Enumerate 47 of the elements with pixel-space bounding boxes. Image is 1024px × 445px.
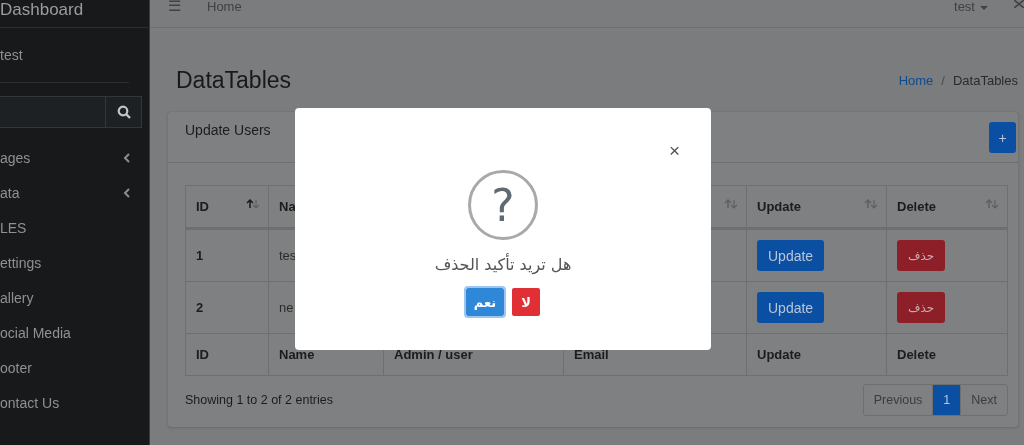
- column-header[interactable]: Update: [757, 199, 802, 214]
- page-button[interactable]: Previous: [863, 385, 933, 415]
- table-info: Showing 1 to 2 of 2 entries: [185, 393, 333, 407]
- cancel-button[interactable]: لا: [512, 288, 541, 316]
- question-icon: ?: [468, 170, 538, 240]
- page-button[interactable]: 1: [932, 385, 961, 415]
- delete-button[interactable]: حذف: [897, 240, 946, 271]
- page-title: DataTables: [176, 66, 292, 94]
- column-footer: ID: [196, 347, 209, 362]
- brand-title: Dashboard: [0, 0, 84, 19]
- delete-button[interactable]: حذف: [897, 292, 946, 323]
- table-cell: ne: [279, 300, 294, 315]
- sidebar-item[interactable]: ontact Us: [0, 394, 60, 411]
- sidebar-item[interactable]: ettings: [0, 254, 42, 271]
- column-footer: Delete: [897, 347, 937, 362]
- menu-button[interactable]: ☰: [168, 0, 181, 12]
- sort-icon[interactable]: [246, 199, 260, 209]
- sidebar-item[interactable]: ages: [0, 149, 31, 166]
- update-button[interactable]: Update: [757, 292, 825, 323]
- user-dropdown[interactable]: test: [954, 0, 988, 13]
- nav-link[interactable]: Home: [207, 0, 242, 13]
- table-cell: tes: [279, 248, 297, 263]
- column-footer: Admin / user: [394, 347, 473, 362]
- column-header[interactable]: Delete: [897, 199, 937, 214]
- confirm-message: هل تريد تأكيد الحذف: [434, 255, 572, 274]
- column-header[interactable]: Na: [279, 199, 296, 214]
- breadcrumb-separator: /: [941, 72, 945, 88]
- sidebar-item[interactable]: ata: [0, 184, 20, 201]
- breadcrumb-current: DataTables: [952, 72, 1018, 88]
- page-button[interactable]: Next: [960, 385, 1007, 415]
- update-button[interactable]: Update: [757, 240, 825, 271]
- sidebar-item[interactable]: allery: [0, 289, 34, 306]
- column-footer: Update: [757, 347, 802, 362]
- add-button[interactable]: +: [989, 122, 1016, 153]
- sidebar-item[interactable]: ooter: [0, 359, 32, 376]
- column-footer: Name: [279, 347, 315, 362]
- column-header[interactable]: ID: [196, 199, 209, 214]
- confirm-button[interactable]: نعم: [465, 288, 505, 316]
- column-footer: Email: [574, 347, 609, 362]
- card-title: Update Users: [185, 122, 271, 138]
- sidebar-item[interactable]: LES: [0, 219, 27, 236]
- table-cell: 1: [196, 248, 204, 263]
- user-name[interactable]: test: [0, 47, 23, 63]
- close-button[interactable]: ×: [666, 141, 682, 160]
- sidebar-item[interactable]: ocial Media: [0, 324, 71, 341]
- table-cell: 2: [196, 300, 204, 315]
- fullscreen-icon[interactable]: [1014, 0, 1024, 8]
